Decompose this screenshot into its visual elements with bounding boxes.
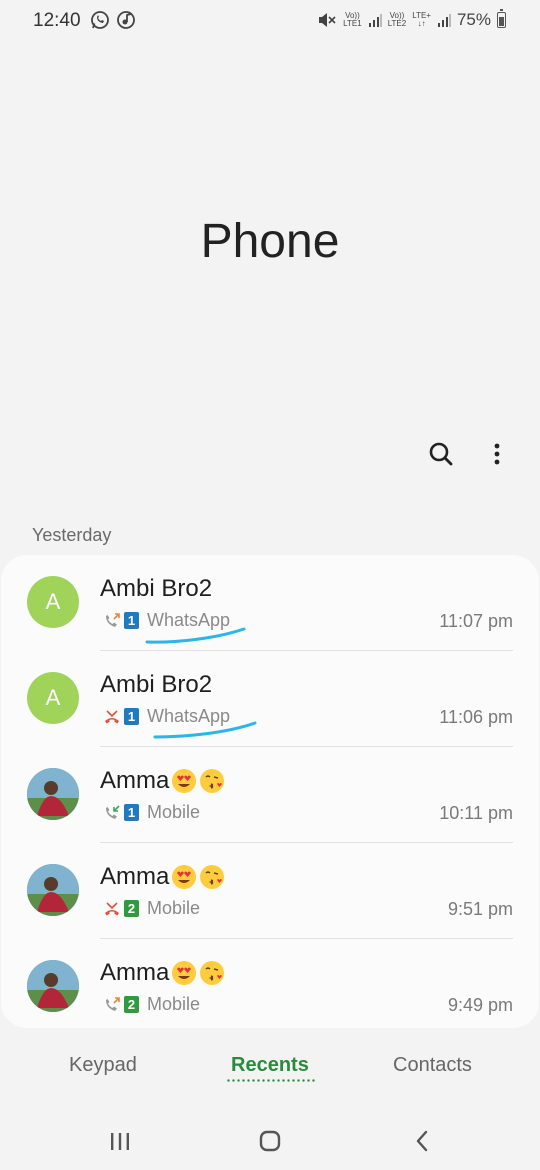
call-time: 9:49 pm [447,995,513,1015]
recent-apps-icon[interactable] [105,1126,135,1156]
bottom-tabs: Keypad Recents Contacts [0,1050,540,1090]
music-icon [117,11,135,29]
section-label: Yesterday [32,525,112,545]
call-time: 10:11 pm [439,803,513,823]
call-log-row[interactable]: A Ambi Bro2 1 WhatsApp 11:06 pm [1,651,539,747]
contact-name: Amma [100,959,225,987]
outgoing-call-icon [106,996,120,1011]
call-log-row[interactable]: Amma 2 Mobile 9:51 pm [1,843,539,939]
avatar [27,864,79,916]
signal1-icon [368,14,382,27]
sim-badge: 1 [124,708,139,725]
avatar [27,768,79,820]
sim1-network: Vo)) LTE1 [343,11,362,28]
call-source: WhatsApp [147,706,231,726]
call-source: Mobile [147,898,201,918]
search-icon[interactable] [425,438,457,470]
page-title: Phone [200,215,340,268]
missed-call-icon [105,901,119,915]
contact-photo [27,960,79,1012]
call-log-row[interactable]: Amma 2 Mobile 9:49 pm [1,939,539,1028]
sim-badge: 1 [124,612,139,629]
sim2-lte-plus: LTE+ ↓↑ [412,11,431,28]
contact-photo [27,864,79,916]
more-vert-icon[interactable] [484,438,510,470]
call-source: Mobile [147,802,201,822]
missed-call-icon [105,709,119,723]
call-log-list: A Ambi Bro2 1 WhatsApp 11:07 pm A Ambi B… [1,555,539,1028]
avatar: A [27,576,79,628]
tab-recents[interactable]: Recents [231,1054,309,1077]
call-log-row[interactable]: A Ambi Bro2 1 WhatsApp 11:07 pm [1,555,539,651]
call-time: 11:07 pm [439,611,513,631]
call-details: 1 WhatsApp [103,610,230,631]
contact-name: Ambi Bro2 [100,671,213,698]
heart-eyes-emoji [172,961,197,985]
avatar [27,960,79,1012]
whatsapp-icon [91,11,109,29]
sim-badge: 1 [124,804,139,821]
heart-eyes-emoji [172,769,197,793]
home-icon[interactable] [255,1126,285,1156]
contact-name: Amma [100,767,225,795]
mute-icon [319,13,336,27]
contact-photo [27,768,79,820]
tab-keypad[interactable]: Keypad [69,1054,137,1077]
heart-eyes-emoji [172,865,197,889]
call-source: WhatsApp [147,610,231,630]
kissing-emoji [200,961,225,985]
outgoing-call-icon [106,612,120,627]
back-icon[interactable] [407,1126,437,1156]
call-details: 2 Mobile [103,994,200,1015]
incoming-call-icon [106,804,120,819]
sim-badge: 2 [124,900,139,917]
call-time: 9:51 pm [447,899,513,919]
tab-contacts[interactable]: Contacts [393,1054,472,1077]
contact-name: Amma [100,863,225,891]
call-source: Mobile [147,994,201,1014]
system-nav-bar [0,1110,540,1170]
contact-name: Ambi Bro2 [100,575,213,602]
sim2-network: Vo)) LTE2 [387,11,407,28]
kissing-emoji [200,769,225,793]
kissing-emoji [200,865,225,889]
status-time: 12:40 [33,10,81,31]
battery-icon [497,9,506,28]
battery-percent: 75% [456,10,491,29]
call-details: 1 Mobile [103,802,200,823]
status-right: Vo)) LTE1 Vo)) LTE2 LTE+ ↓↑ 75% [317,9,506,30]
sim-badge: 2 [124,996,139,1013]
call-log-row[interactable]: Amma 1 Mobile 10:11 pm [1,747,539,843]
call-details: 1 WhatsApp [103,706,230,727]
signal2-icon [437,14,451,27]
avatar: A [27,672,79,724]
call-time: 11:06 pm [439,707,513,727]
active-tab-indicator [226,1079,315,1082]
status-bar: 12:40 Vo)) LTE1 Vo)) LTE2 LTE+ ↓↑ 75% [0,0,540,44]
call-details: 2 Mobile [103,898,200,919]
